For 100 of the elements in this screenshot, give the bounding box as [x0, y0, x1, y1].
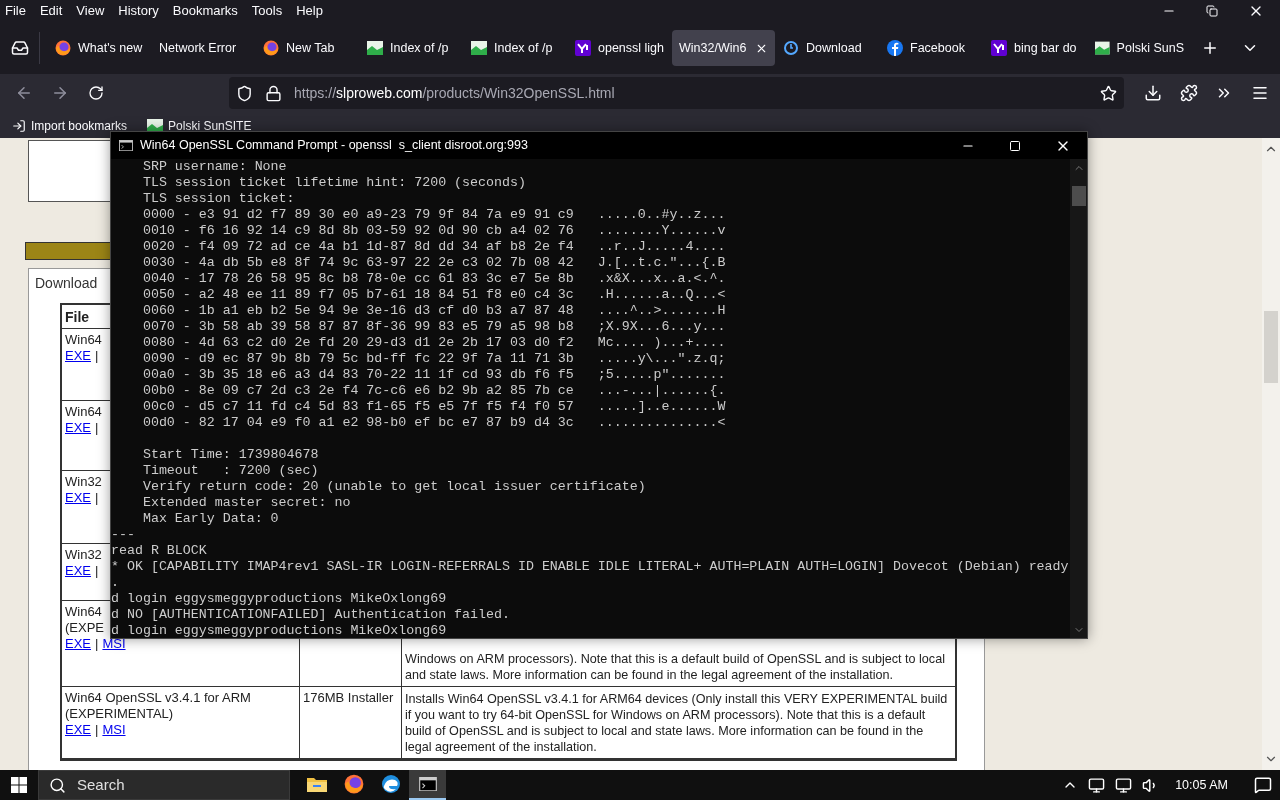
bookmark-item[interactable]: Import bookmarks	[12, 117, 128, 135]
menu-item[interactable]: View	[76, 1, 105, 21]
browser-tab[interactable]: Win32/Win6	[672, 30, 775, 66]
network-icon[interactable]	[1115, 776, 1133, 794]
url-text: https://slproweb.com/products/Win32OpenSSL.html	[294, 83, 615, 103]
browser-tab[interactable]: Network Error	[152, 30, 255, 66]
panel-title: Download	[35, 274, 98, 293]
download-link[interactable]: EXE	[65, 722, 91, 738]
file-name: Win32	[65, 474, 102, 490]
download-link[interactable]: EXE	[65, 490, 91, 506]
menu-item[interactable]: Edit	[39, 1, 63, 21]
shield-icon[interactable]	[236, 84, 253, 102]
browser-tab[interactable]: What's new	[48, 30, 151, 66]
scroll-thumb[interactable]	[1071, 186, 1086, 206]
menu-item[interactable]: Tools	[251, 1, 283, 21]
menu-item[interactable]: File	[5, 1, 26, 21]
y-logo-icon	[575, 40, 591, 56]
tab-title: bing bar do	[1014, 39, 1077, 57]
notifications-icon[interactable]	[1254, 776, 1272, 794]
file-name: Win32	[65, 547, 102, 563]
terminal-line: 0070 - 3b 58 ab 39 58 87 87 8f-36 99 83 e5 79 a5 98 b8 ;X.9X...6...y...	[141, 319, 726, 335]
forward-icon[interactable]	[51, 84, 69, 102]
file-description: Installs Win64 OpenSSL v3.4.1 for ARM64 devices (Only install this VERY EXPERIMENTAL build if you want to try 64-bit OpenSSL for Windows on ARM processors). Note that this is a default build of OpenSSL and is subject to local and state laws. More information can be found in the legal agreement of the installation.	[405, 691, 949, 755]
new-tab-icon[interactable]	[1201, 39, 1219, 57]
address-bar[interactable]: https://slproweb.com/products/Win32OpenSSL.html	[229, 77, 1124, 109]
scroll-thumb[interactable]	[1264, 311, 1278, 383]
terminal-line: 00b0 - 8e 09 c7 2d c3 2e f4 7c-c6 e6 b2 9b a2 85 7b ce ...-...|......{.	[141, 383, 726, 399]
file-name: Win64	[65, 332, 102, 348]
file-size: 176MB Installer	[303, 690, 394, 705]
maximize-icon[interactable]	[1009, 139, 1021, 152]
terminal-line: TLS session ticket:	[141, 191, 295, 207]
fox-globe-icon	[263, 40, 279, 56]
download-link[interactable]: EXE	[65, 636, 91, 652]
tab-title: What's new	[78, 39, 143, 57]
terminal-line: 0000 - e3 91 d2 f7 89 30 e0 a9-23 79 9f 84 7a e9 91 c9 .....0..#y..z...	[141, 207, 726, 223]
download-link[interactable]: EXE	[65, 420, 91, 436]
terminal-window[interactable]	[110, 131, 1088, 639]
reload-icon[interactable]	[88, 85, 104, 101]
terminal-line: .	[111, 575, 119, 591]
terminal-line: 0080 - 4d 63 c2 d0 2e fd 20 29-d3 d1 2e 2b 17 03 d0 f2 Mc.... )...+....	[141, 335, 726, 351]
tab-title: Index of /p	[494, 39, 553, 57]
terminal-line: Timeout : 7200 (sec)	[141, 463, 319, 479]
terminal-line: 0030 - 4a db 5b e8 8f 74 9c 63-97 22 2e c3 02 7b 08 42 J.[..t.c."...{.B	[141, 255, 726, 271]
search-placeholder: Search	[77, 774, 125, 795]
terminal-line: Start Time: 1739804678	[141, 447, 319, 463]
tab-title: New Tab	[286, 39, 335, 57]
tab-title: Download	[806, 39, 862, 57]
taskbar-app[interactable]	[409, 770, 446, 800]
device-icon[interactable]	[1088, 776, 1106, 794]
tab-title: Facebook	[910, 39, 965, 57]
link-separator: |	[95, 420, 99, 436]
tab-title: Win32/Win6	[679, 39, 747, 57]
terminal-icon	[418, 776, 437, 792]
menu-item[interactable]: Help	[296, 1, 323, 21]
tab-title: Polski SunS	[1116, 39, 1184, 57]
terminal-line: d login eggysmeggyproductions MikeOxlong69	[111, 623, 447, 638]
download-icon[interactable]	[1144, 84, 1162, 102]
browser-tab[interactable]: Download	[776, 30, 879, 66]
restore-icon[interactable]	[1206, 5, 1218, 17]
file-name: Win64 OpenSSL v3.4.1 for ARM (EXPERIMENTAL)	[65, 690, 252, 722]
bookmark-star-icon[interactable]	[1100, 84, 1117, 102]
browser-tab[interactable]: New Tab	[256, 30, 359, 66]
image-icon	[471, 40, 487, 56]
link-separator: |	[95, 490, 99, 506]
terminal-line: Verify return code: 20 (unable to get local issuer certificate)	[141, 479, 646, 495]
download-link[interactable]: EXE	[65, 348, 91, 364]
link-separator: |	[95, 348, 99, 364]
lock-icon[interactable]	[265, 84, 282, 102]
tray-icon[interactable]	[10, 39, 29, 57]
link-separator: |	[95, 722, 99, 738]
window-title: Win64 OpenSSL Command Prompt - openssl s_client disroot.org:993	[140, 137, 528, 155]
download-link[interactable]: MSI	[102, 722, 126, 738]
back-icon[interactable]	[15, 84, 33, 102]
browser-tab[interactable]: Index of /p	[360, 30, 463, 66]
terminal-line: SRP username: None	[141, 159, 287, 175]
terminal-line: Extended master secret: no	[141, 495, 351, 511]
terminal-icon	[119, 139, 133, 152]
clock-time[interactable]: 10:05 AM	[1175, 775, 1228, 795]
windows-logo-icon[interactable]	[11, 777, 27, 793]
menu-item[interactable]: Bookmarks	[172, 1, 238, 21]
browser-tab[interactable]: bing bar do	[984, 30, 1087, 66]
menu-item[interactable]: History	[118, 1, 159, 21]
terminal-line: 0050 - a2 48 ee 11 89 f7 05 b7-61 18 84 51 f8 e0 c4 3c .H......a..Q...<	[141, 287, 726, 303]
menu-icon[interactable]	[1251, 84, 1269, 102]
extensions-icon[interactable]	[1180, 84, 1198, 102]
file-name: Win64	[65, 604, 102, 620]
y-logo-icon	[991, 40, 1007, 56]
terminal-line: TLS session ticket lifetime hint: 7200 (seconds)	[141, 175, 526, 191]
terminal-line: Max Early Data: 0	[141, 511, 279, 527]
browser-tab[interactable]: openssl ligh	[568, 30, 671, 66]
browser-tab[interactable]: Polski SunS	[1088, 30, 1191, 66]
taskbar-search-field[interactable]: Search	[38, 770, 290, 800]
terminal-scrollbar[interactable]	[1070, 159, 1087, 638]
page-scrollbar[interactable]	[1262, 138, 1280, 770]
terminal-line: 0060 - 1b a1 eb b2 5e 94 9e 3e-16 d3 cf d0 b3 a7 87 48 ....^..>.......H	[141, 303, 726, 319]
browser-tab[interactable]: Index of /p	[464, 30, 567, 66]
tab-title: Index of /p	[390, 39, 449, 57]
browser-tab[interactable]: Facebook	[880, 30, 983, 66]
download-link[interactable]: EXE	[65, 563, 91, 579]
download-link[interactable]: MSI	[102, 636, 126, 652]
